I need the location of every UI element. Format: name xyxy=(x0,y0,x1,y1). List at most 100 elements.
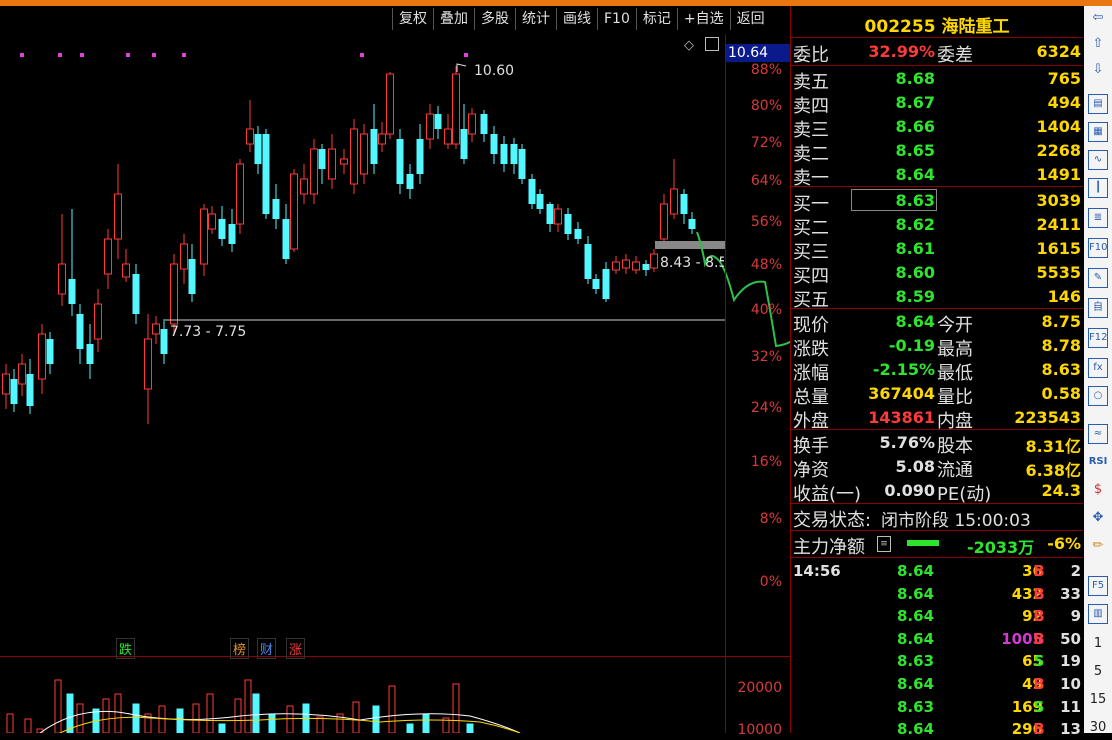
candle-body-down xyxy=(490,134,498,154)
divider xyxy=(791,37,1083,38)
candle-body-down xyxy=(434,114,442,129)
tick-row: 8.63 65 S 19 xyxy=(791,650,1083,672)
f10-icon[interactable]: F10 xyxy=(1088,238,1108,258)
add-watchlist-button[interactable]: +自选 xyxy=(676,8,730,30)
sell-level-row[interactable]: 卖一 8.64 1491 xyxy=(791,163,1083,189)
sell-level-row[interactable]: 卖五 8.68 765 xyxy=(791,67,1083,93)
divider xyxy=(791,429,1083,430)
period-30-button[interactable]: 30 xyxy=(1088,718,1108,738)
candle-body-down xyxy=(228,224,236,244)
report-icon[interactable]: ≣ xyxy=(1088,208,1108,228)
function-icon[interactable]: fx xyxy=(1088,358,1108,378)
pct-tick: 16% xyxy=(750,454,782,470)
candle-body-up xyxy=(94,303,102,340)
candle-body-up xyxy=(208,213,216,230)
tick-time: 14:56 xyxy=(793,562,841,580)
badge-zhang[interactable]: 涨 xyxy=(286,638,306,659)
rsi-icon[interactable]: RSI xyxy=(1088,452,1108,472)
self-select-icon[interactable]: 自 xyxy=(1088,298,1108,318)
period-1-button[interactable]: 1 xyxy=(1088,634,1108,654)
stat-value: -2.15% xyxy=(872,360,935,379)
pct-tick: 64% xyxy=(750,173,782,189)
axis-divider xyxy=(725,34,726,733)
note-icon[interactable]: ✎ xyxy=(1088,268,1108,288)
candle-body-down xyxy=(546,204,554,224)
buy-price: 8.59 xyxy=(895,287,935,306)
period-15-button[interactable]: 15 xyxy=(1088,690,1108,710)
signal-dot xyxy=(20,53,24,57)
statistics-button[interactable]: 统计 xyxy=(515,8,556,30)
stat-row: 总量 367404 量比 0.58 xyxy=(791,382,1083,408)
down-arrow-icon[interactable]: ⇩ xyxy=(1088,60,1108,80)
quote-list-icon[interactable]: ▤ xyxy=(1088,94,1108,114)
money-icon[interactable]: $ xyxy=(1088,480,1108,500)
fuquan-button[interactable]: 复权 xyxy=(392,8,433,30)
period-5-button[interactable]: 5 xyxy=(1088,662,1108,682)
tick-side: B xyxy=(1033,562,1045,580)
badge-die[interactable]: 跌 xyxy=(116,638,136,659)
volume-bar xyxy=(268,713,276,733)
up-arrow-icon[interactable]: ⇧ xyxy=(1088,34,1108,54)
candle-body-up xyxy=(340,158,348,165)
candle-body-up xyxy=(660,203,668,240)
move-icon[interactable]: ✥ xyxy=(1088,508,1108,528)
candle-body-down xyxy=(500,144,508,164)
tick-row: 8.63 169 S 11 xyxy=(791,696,1083,718)
candle-body-down xyxy=(318,149,326,169)
sell-level-row[interactable]: 卖四 8.67 494 xyxy=(791,91,1083,117)
buy-price: 8.61 xyxy=(895,239,935,258)
grid-icon[interactable]: ▦ xyxy=(1088,122,1108,142)
candle-body-up xyxy=(236,163,244,225)
candle-body-up xyxy=(38,333,46,380)
draw-line-button[interactable]: 画线 xyxy=(556,8,597,30)
back-arrow-icon[interactable]: ⇦ xyxy=(1088,8,1108,28)
buy-level-row[interactable]: 买二 8.62 2411 xyxy=(791,213,1083,239)
tick-side: B xyxy=(1033,629,1045,648)
f12-icon[interactable]: F12 xyxy=(1088,328,1108,348)
stock-code: 002255 xyxy=(864,17,936,37)
candle-body-up xyxy=(246,128,254,145)
table-icon[interactable]: ▥ xyxy=(1088,604,1108,624)
stat-value: 8.63 xyxy=(1041,360,1081,379)
stat-value: 8.78 xyxy=(1041,336,1081,355)
kline-icon[interactable]: ┃ xyxy=(1088,178,1108,198)
buy-level-row[interactable]: 买一 8.63 3039 xyxy=(791,189,1083,215)
high-marker-flag xyxy=(456,63,467,72)
buy-level-row[interactable]: 买三 8.61 1615 xyxy=(791,237,1083,263)
candle-body-up xyxy=(650,253,658,269)
stat-value: 8.64 xyxy=(895,312,935,331)
line-chart-icon[interactable]: ∿ xyxy=(1088,150,1108,170)
fundamental-value: 5.08 xyxy=(895,457,935,476)
candle-body-down xyxy=(370,129,378,164)
candle-body-up xyxy=(300,178,308,195)
signal-dot xyxy=(464,53,468,57)
f10-button[interactable]: F10 xyxy=(597,8,636,30)
back-button[interactable]: 返回 xyxy=(729,8,771,30)
badge-cai[interactable]: 财 xyxy=(257,638,277,659)
candle-body-down xyxy=(282,219,290,259)
tick-count: 11 xyxy=(1060,697,1081,716)
buy-level-row[interactable]: 买五 8.59 146 xyxy=(791,285,1083,311)
pct-tick: 80% xyxy=(750,98,782,114)
pencil-icon[interactable]: ✏ xyxy=(1088,536,1108,556)
wave-icon[interactable]: ≈ xyxy=(1088,424,1108,444)
buy-level-row[interactable]: 买四 8.60 5535 xyxy=(791,261,1083,287)
sell-level-row[interactable]: 卖三 8.66 1404 xyxy=(791,115,1083,141)
candle-body-up xyxy=(290,173,298,250)
overlay-button[interactable]: 叠加 xyxy=(433,8,474,30)
kline-chart[interactable] xyxy=(0,34,790,733)
volume-bar xyxy=(54,679,62,733)
list-icon[interactable]: ≡ xyxy=(877,536,891,552)
circle-icon[interactable]: ○ xyxy=(1088,386,1108,406)
fundamental-row: 收益(一) 0.090 PE(动) 24.3 xyxy=(791,479,1083,505)
sell-level-row[interactable]: 卖二 8.65 2268 xyxy=(791,139,1083,165)
diamond-icon[interactable]: ◇ xyxy=(684,38,694,53)
pct-tick: 56% xyxy=(750,214,782,230)
divider xyxy=(791,308,1083,309)
candle-body-down xyxy=(188,259,196,294)
f5-icon[interactable]: F5 xyxy=(1088,576,1108,596)
multi-stock-button[interactable]: 多股 xyxy=(474,8,515,30)
mark-button[interactable]: 标记 xyxy=(635,8,677,30)
window-icon[interactable] xyxy=(705,37,719,51)
badge-bang[interactable]: 榜 xyxy=(230,638,250,659)
